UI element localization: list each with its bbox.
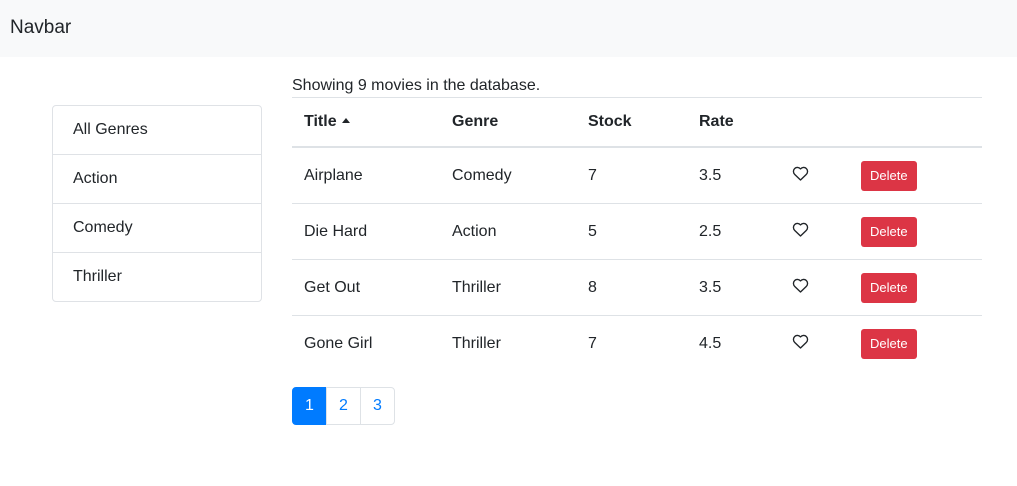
page-link-1[interactable]: 1 [292,387,327,425]
movie-count-summary: Showing 9 movies in the database. [292,77,541,94]
heart-outline-icon[interactable] [792,166,809,181]
delete-button[interactable]: Delete [861,160,917,191]
column-header-like [780,97,849,148]
cell-like [780,203,849,260]
cell-genre: Comedy [440,146,576,204]
table-row: Die Hard Action 5 2.5 Delete [292,203,982,260]
heart-outline-icon[interactable] [792,222,809,237]
page-link-2[interactable]: 2 [326,387,361,425]
genre-item-all[interactable]: All Genres [53,106,261,155]
cell-rate: 4.5 [687,315,780,371]
cell-stock: 5 [576,203,687,260]
movies-table: Title Genre Stock Rate Airplane Comedy 7… [292,97,982,371]
genre-item-thriller[interactable]: Thriller [53,253,261,301]
table-row: Get Out Thriller 8 3.5 Delete [292,259,982,316]
delete-button[interactable]: Delete [861,328,917,359]
table-row: Gone Girl Thriller 7 4.5 Delete [292,315,982,371]
table-row: Airplane Comedy 7 3.5 Delete [292,146,982,204]
cell-actions: Delete [849,146,982,204]
column-header-stock[interactable]: Stock [576,97,687,148]
table-header-row: Title Genre Stock Rate [292,97,982,148]
cell-genre: Thriller [440,315,576,371]
cell-like [780,259,849,316]
cell-stock: 8 [576,259,687,316]
cell-genre: Action [440,203,576,260]
delete-button[interactable]: Delete [861,272,917,303]
column-header-genre[interactable]: Genre [440,97,576,148]
cell-stock: 7 [576,146,687,204]
cell-title: Get Out [292,259,440,316]
cell-actions: Delete [849,203,982,260]
cell-stock: 7 [576,315,687,371]
cell-like [780,315,849,371]
caret-up-icon [341,118,350,123]
genre-item-comedy[interactable]: Comedy [53,204,261,253]
navbar: Navbar [0,0,1017,57]
heart-outline-icon[interactable] [792,334,809,349]
cell-title: Airplane [292,146,440,204]
genre-list: All Genres Action Comedy Thriller [52,105,262,302]
cell-genre: Thriller [440,259,576,316]
column-header-delete [849,97,982,148]
cell-like [780,146,849,204]
cell-rate: 3.5 [687,146,780,204]
cell-rate: 2.5 [687,203,780,260]
page-link-3[interactable]: 3 [360,387,395,425]
cell-title: Die Hard [292,203,440,260]
pagination: 1 2 3 [292,387,395,425]
cell-actions: Delete [849,259,982,316]
cell-rate: 3.5 [687,259,780,316]
column-header-rate[interactable]: Rate [687,97,780,148]
cell-title: Gone Girl [292,315,440,371]
delete-button[interactable]: Delete [861,216,917,247]
cell-actions: Delete [849,315,982,371]
heart-outline-icon[interactable] [792,278,809,293]
column-header-title[interactable]: Title [292,97,440,148]
genre-item-action[interactable]: Action [53,155,261,204]
navbar-brand[interactable]: Navbar [10,17,71,39]
